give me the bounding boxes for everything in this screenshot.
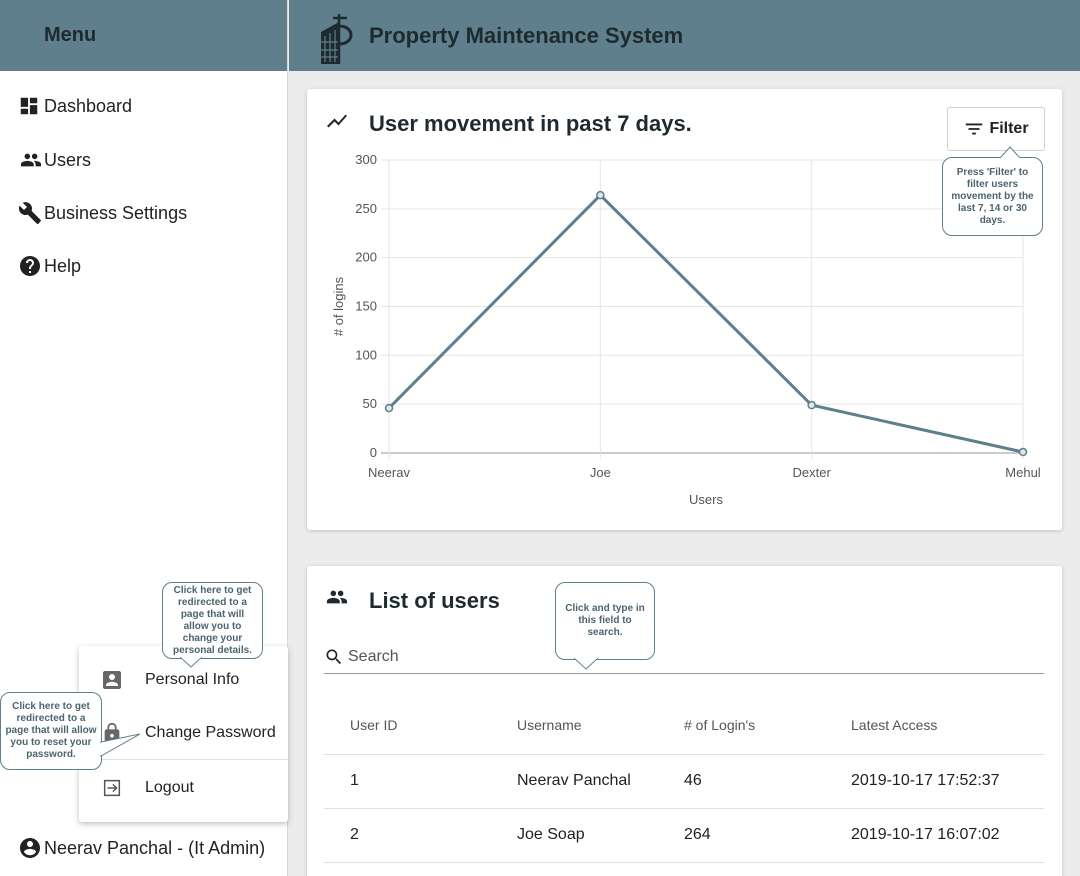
sidebar-item-users[interactable]: Users <box>18 148 91 172</box>
sidebar-item-label: Dashboard <box>44 95 133 116</box>
table-header-row: User ID Username # of Login's Latest Acc… <box>324 696 1044 755</box>
column-header-latest-access[interactable]: Latest Access <box>825 696 1044 755</box>
user-list-title: List of users <box>369 588 500 613</box>
column-header-username[interactable]: Username <box>491 696 658 755</box>
search-tooltip-pointer <box>574 658 598 670</box>
menu-item-logout[interactable]: Logout <box>79 762 288 814</box>
sidebar-item-label: Users <box>44 149 92 170</box>
users-icon <box>18 148 44 172</box>
current-user-label: Neerav Panchal - (It Admin) <box>44 837 266 858</box>
search-icon <box>326 649 342 664</box>
column-header-user-id[interactable]: User ID <box>324 696 491 755</box>
sidebar-item-label: Help <box>44 255 82 276</box>
change-password-tooltip-pointer <box>100 733 140 757</box>
wrench-icon <box>18 201 44 225</box>
data-point <box>807 400 816 410</box>
cell-logins: 264 <box>658 808 825 863</box>
filter-tooltip-text: Press 'Filter' to filter users movement … <box>951 166 1034 226</box>
users-table: User ID Username # of Login's Latest Acc… <box>324 696 1044 863</box>
cell-user-id: 2 <box>324 808 491 863</box>
x-tick-label: Mehul <box>1005 465 1041 480</box>
sidebar-title: Menu <box>44 24 97 46</box>
help-icon <box>18 254 44 278</box>
user-movement-card: User movement in past 7 days. Filter 0 50… <box>307 89 1062 530</box>
y-tick-label: 0 <box>370 445 377 460</box>
user-list-card: List of users Click and type in this fie… <box>307 566 1062 876</box>
y-tick-label: 250 <box>355 201 377 216</box>
search-field[interactable] <box>324 640 1044 674</box>
sidebar-item-help[interactable]: Help <box>18 254 81 278</box>
app-header: Property Maintenance System <box>289 0 1080 71</box>
x-tick-label: Joe <box>590 465 611 480</box>
user-movement-chart: 0 50 100 150 200 250 300 Neerav Joe Dexter Mehul Us… <box>331 152 1041 507</box>
table-row[interactable]: 2 Joe Soap 264 2019-10-17 16:07:02 <box>324 808 1044 863</box>
y-tick-label: 100 <box>355 347 377 362</box>
y-tick-label: 300 <box>355 152 377 167</box>
change-password-tooltip: Click here to get redirected to a page t… <box>0 692 102 770</box>
personal-info-tooltip-pointer <box>180 657 202 668</box>
change-password-tooltip-text: Click here to get redirected to a page t… <box>5 701 97 760</box>
data-point <box>384 403 394 413</box>
data-point <box>596 190 605 200</box>
table-row[interactable]: 1 Neerav Panchal 46 2019-10-17 17:52:37 <box>324 754 1044 809</box>
current-user-button[interactable]: Neerav Panchal - (It Admin) <box>18 836 265 860</box>
series-line <box>387 193 1024 454</box>
search-tooltip-text: Click and type in this field to search. <box>565 603 645 638</box>
account-circle-icon <box>18 836 44 860</box>
x-axis-label: Users <box>689 492 723 507</box>
building-logo-icon <box>317 10 359 64</box>
sidebar-item-label: Business Settings <box>44 202 188 223</box>
x-tick-label: Dexter <box>793 465 832 480</box>
sidebar-item-dashboard[interactable]: Dashboard <box>18 94 132 118</box>
cell-latest-access: 2019-10-17 17:52:37 <box>825 754 1044 809</box>
data-point <box>1018 447 1028 457</box>
column-header-logins[interactable]: # of Login's <box>658 696 825 755</box>
menu-item-label: Change Password <box>145 724 276 741</box>
search-tooltip: Click and type in this field to search. <box>555 582 655 660</box>
menu-item-label: Personal Info <box>145 671 240 688</box>
users-icon <box>324 586 350 613</box>
filter-tooltip: Press 'Filter' to filter users movement … <box>942 157 1043 236</box>
y-tick-label: 150 <box>355 299 377 314</box>
account-box-icon <box>79 668 145 692</box>
logout-icon <box>79 777 145 799</box>
cell-user-id: 1 <box>324 754 491 809</box>
dashboard-icon <box>18 94 44 118</box>
sidebar-header: Menu <box>0 0 287 71</box>
cell-logins: 46 <box>658 754 825 809</box>
app-title: Property Maintenance System <box>369 22 684 48</box>
y-tick-label: 200 <box>355 250 377 265</box>
sidebar-item-business-settings[interactable]: Business Settings <box>18 201 187 225</box>
cell-username: Neerav Panchal <box>491 754 658 809</box>
cell-username: Joe Soap <box>491 808 658 863</box>
x-tick-label: Neerav <box>368 465 410 480</box>
personal-info-tooltip: Click here to get redirected to a page t… <box>162 582 263 659</box>
cell-latest-access: 2019-10-17 16:07:02 <box>825 808 1044 863</box>
y-axis-label: # of logins <box>331 276 346 336</box>
personal-info-tooltip-text: Click here to get redirected to a page t… <box>173 584 252 656</box>
filter-tooltip-pointer <box>1000 146 1020 158</box>
y-tick-label: 50 <box>363 396 377 411</box>
menu-item-label: Logout <box>145 779 194 796</box>
